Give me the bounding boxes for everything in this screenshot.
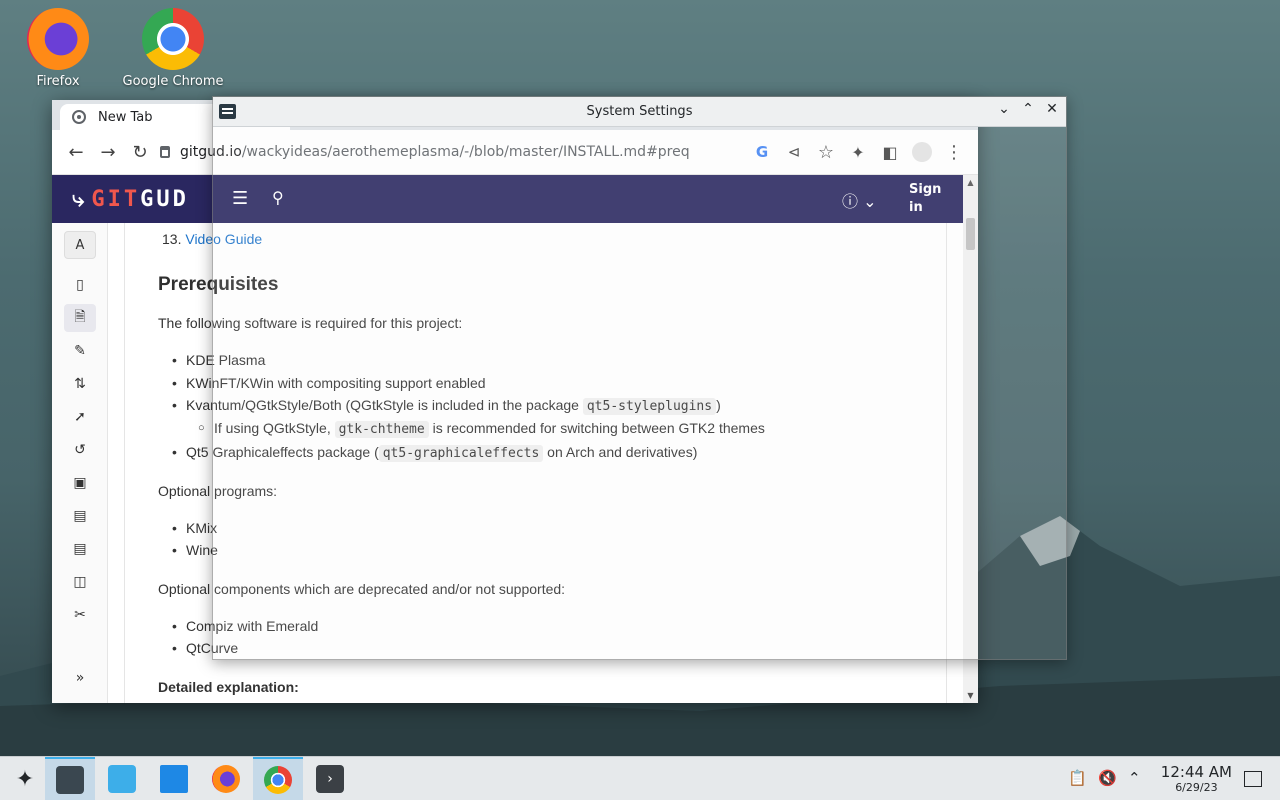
system-settings-app-icon: [219, 104, 236, 119]
desktop-icon-label: Google Chrome: [122, 74, 224, 89]
taskbar-chrome[interactable]: [253, 757, 303, 800]
back-icon[interactable]: ←: [60, 136, 92, 168]
minimize-icon[interactable]: ⌄: [994, 101, 1014, 117]
sidebar-project-info-icon[interactable]: ▯: [64, 271, 96, 299]
clock[interactable]: 12:44 AM 6/29/23: [1161, 763, 1232, 794]
chrome-favicon-icon: [72, 110, 86, 124]
sidebar-snippets-icon[interactable]: ✂: [64, 601, 96, 629]
discover-store-icon: [108, 765, 136, 793]
reload-icon[interactable]: ↻: [124, 136, 156, 168]
folder-icon: [160, 765, 188, 793]
sidebar-repository-icon[interactable]: 🗎: [64, 304, 96, 332]
volume-muted-icon[interactable]: 🔇: [1098, 769, 1117, 787]
maximize-icon[interactable]: ⌃: [1018, 101, 1038, 117]
sidebar-deployments-icon[interactable]: ↺: [64, 436, 96, 464]
system-settings-icon: [56, 766, 84, 794]
sidebar-merge-requests-icon[interactable]: ⇅: [64, 370, 96, 398]
sidebar-analytics-icon[interactable]: ▤: [64, 535, 96, 563]
application-launcher[interactable]: ✦: [0, 757, 50, 800]
detailed-explanation-heading: Detailed explanation:: [158, 679, 299, 695]
system-settings-window[interactable]: System Settings ⌄ ⌃ ✕: [212, 96, 1067, 660]
clock-time: 12:44 AM: [1160, 763, 1232, 781]
taskbar-system-settings[interactable]: [45, 757, 95, 800]
sidebar-expand-icon[interactable]: »: [64, 664, 96, 692]
desktop-icon-chrome[interactable]: Google Chrome: [118, 8, 228, 89]
list-number: 13.: [162, 231, 182, 247]
terminal-icon: ›: [316, 765, 344, 793]
clipboard-icon[interactable]: 📋: [1068, 769, 1087, 787]
sidebar-issues-icon[interactable]: ✎: [64, 337, 96, 365]
taskbar-firefox[interactable]: [201, 757, 251, 800]
sidebar-packages-icon[interactable]: ▣: [64, 469, 96, 497]
firefox-icon: [212, 765, 240, 793]
gitgud-logo-icon: ⤷: [72, 186, 88, 212]
sidebar-ci-cd-icon[interactable]: ➚: [64, 403, 96, 431]
chrome-icon: [264, 766, 292, 794]
chrome-icon: [142, 8, 204, 70]
desktop-icon-firefox[interactable]: Firefox: [3, 8, 113, 89]
tab-title: New Tab: [98, 109, 153, 125]
sidebar-monitor-icon[interactable]: ▤: [64, 502, 96, 530]
clock-date: 6/29/23: [1175, 781, 1218, 794]
taskbar-dolphin[interactable]: [149, 757, 199, 800]
settings-titlebar[interactable]: System Settings ⌄ ⌃ ✕: [213, 97, 1066, 127]
window-title: System Settings: [586, 104, 693, 119]
forward-icon[interactable]: →: [92, 136, 124, 168]
show-desktop-icon[interactable]: [1244, 771, 1262, 787]
desktop-icon-label: Firefox: [36, 74, 80, 89]
lock-icon: [160, 146, 170, 158]
taskbar: ✦ › 📋 🔇 ⌃ 12:44 AM 6/29/23: [0, 756, 1280, 800]
scroll-down-icon[interactable]: ▼: [963, 691, 978, 700]
launcher-icon: ✦: [15, 766, 35, 792]
tray-expand-icon[interactable]: ⌃: [1128, 769, 1141, 787]
logo-gud: GUD: [140, 186, 189, 212]
project-sidebar: A ▯ 🗎 ✎ ⇅ ➚ ↺ ▣ ▤ ▤ ◫ ✂ »: [52, 223, 108, 703]
firefox-icon: [27, 8, 89, 70]
logo-git: GIT: [91, 186, 141, 212]
sidebar-wiki-icon[interactable]: ◫: [64, 568, 96, 596]
close-icon[interactable]: ✕: [1042, 101, 1062, 117]
taskbar-discover[interactable]: [97, 757, 147, 800]
project-avatar[interactable]: A: [64, 231, 96, 259]
gitgud-logo[interactable]: ⤷ GIT GUD: [52, 187, 189, 212]
taskbar-terminal[interactable]: ›: [305, 757, 355, 800]
